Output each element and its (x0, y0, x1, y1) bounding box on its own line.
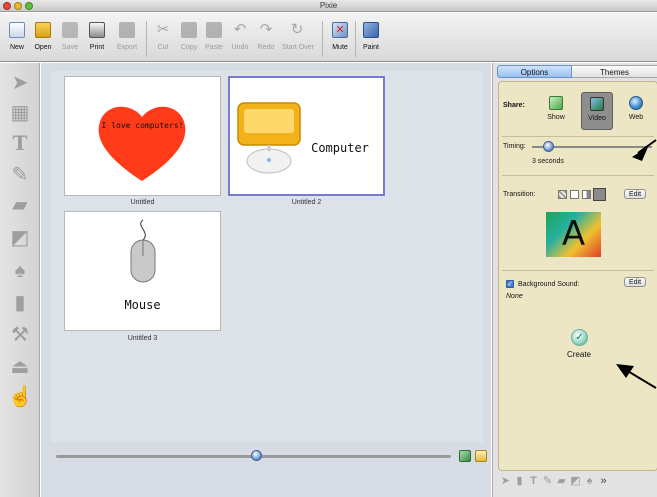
slide-thumbnail[interactable]: I love computers! (64, 76, 221, 196)
scissors-icon: ✂ (156, 21, 170, 38)
paint-bucket-icon[interactable]: ♠ (8, 259, 32, 283)
transition-label: Transition: (503, 191, 536, 198)
pencil-tool-icon[interactable]: ✎ (8, 163, 32, 187)
more-tools-icon[interactable]: » (598, 475, 609, 488)
share-web-button[interactable]: Web (620, 92, 652, 130)
slide-text: Mouse (124, 298, 161, 312)
arrow-tool-icon[interactable]: ➤ (8, 71, 32, 95)
export-icon (119, 22, 135, 38)
divider (502, 270, 654, 271)
zoom-bar (41, 442, 491, 472)
annotation-arrow (632, 139, 657, 161)
text-tool-icon[interactable]: T (8, 131, 32, 155)
slide-thumbnail[interactable]: Mouse (64, 211, 221, 331)
share-show-button[interactable]: Show (540, 92, 572, 130)
panel-tabs: Options Themes (497, 65, 657, 78)
open-button[interactable]: Open (28, 16, 58, 60)
slide-text: Computer (311, 141, 369, 155)
hand-tool-icon[interactable]: ☝ (8, 385, 33, 409)
mini-eraser-tool-icon[interactable]: ▰ (556, 475, 567, 488)
timing-label: Timing: (503, 143, 526, 150)
paint-button[interactable]: Paint (356, 16, 386, 60)
copy-icon (181, 22, 197, 38)
annotation-arrow (616, 364, 657, 389)
tool-palette: ➤ ▦ T ✎ ▰ ◩ ♠ ▮ ⚒ ⏏ ☝ (0, 63, 40, 497)
toolbar: New Open Save Print Export ✂ Cut Copy Pa… (0, 13, 657, 62)
timing-slider-knob[interactable] (543, 141, 554, 152)
computer-drawing (237, 102, 301, 174)
save-button[interactable]: Save (55, 16, 85, 60)
start-over-icon: ↻ (290, 21, 304, 38)
mini-bucket-tool-icon[interactable]: ♠ (584, 475, 595, 488)
mouse-drawing (130, 219, 156, 283)
mini-text-tool-icon[interactable]: T (528, 475, 539, 488)
transition-edit-button[interactable]: Edit (624, 189, 646, 199)
paste-icon (206, 22, 222, 38)
export-button[interactable]: Export (112, 16, 142, 60)
mini-selection-tool-icon[interactable]: ▮ (514, 475, 525, 488)
timing-value: 3 seconds (532, 158, 564, 165)
share-video-button[interactable]: Video (581, 92, 613, 130)
folder-icon[interactable] (475, 450, 487, 462)
slide-caption: Untitled 2 (291, 199, 322, 206)
print-button[interactable]: Print (82, 16, 112, 60)
printer-icon (89, 22, 105, 38)
mini-pencil-tool-icon[interactable]: ✎ (542, 475, 553, 488)
background-sound-checkbox[interactable]: ✓ (506, 280, 514, 288)
web-icon (629, 96, 643, 110)
background-sound-label: Background Sound: (518, 281, 580, 288)
paint-icon (363, 22, 379, 38)
title-bar: Pixie (0, 0, 657, 12)
window-title: Pixie (319, 1, 338, 10)
open-folder-icon (35, 22, 51, 38)
undo-icon: ↶ (233, 21, 247, 38)
divider (502, 175, 654, 176)
save-disk-icon (62, 22, 78, 38)
tab-options[interactable]: Options (497, 65, 572, 78)
slide-thumbnail-selected[interactable]: Computer (228, 76, 385, 196)
video-icon (590, 97, 604, 111)
toolbar-separator (146, 21, 147, 57)
slide-caption: Untitled 3 (127, 335, 158, 342)
transition-box-icon[interactable] (570, 190, 579, 199)
slide-canvas: I love computers! Untitled Computer Unti… (41, 63, 491, 497)
mini-fill-tool-icon[interactable]: ◩ (570, 475, 581, 488)
transition-wipe-icon[interactable] (582, 190, 591, 199)
fill-tool-icon[interactable]: ◩ (8, 226, 32, 250)
brush-tool-icon[interactable]: ⚒ (8, 323, 32, 347)
redo-button[interactable]: ↷ Redo (251, 16, 281, 60)
heart-drawing (98, 106, 186, 181)
slide-text: I love computers! (101, 121, 184, 130)
stamp-tool-icon[interactable]: ⏏ (8, 355, 32, 379)
show-icon (549, 96, 563, 110)
eraser-tool-icon[interactable]: ▰ (8, 193, 32, 217)
transition-preview: A (546, 212, 601, 257)
mute-icon: ✕ (332, 22, 348, 38)
start-over-button[interactable]: ↻ Start Over (282, 16, 314, 60)
background-sound-value: None (506, 293, 523, 300)
share-label: Share: (503, 102, 525, 109)
transition-dissolve-icon[interactable] (558, 190, 567, 199)
mini-arrow-tool-icon[interactable]: ➤ (500, 475, 511, 488)
slide-sorter: I love computers! Untitled Computer Unti… (51, 71, 483, 461)
mini-tool-bar: ➤ ▮ T ✎ ▰ ◩ ♠ » (498, 471, 657, 493)
mute-button[interactable]: ✕ Mute (325, 16, 355, 60)
transition-selected-icon[interactable] (593, 188, 606, 201)
zoom-slider-knob[interactable] (251, 450, 262, 461)
toolbar-separator (322, 21, 323, 57)
add-slide-icon[interactable] (459, 450, 471, 462)
transition-preview-letter: A (561, 214, 586, 254)
tab-themes[interactable]: Themes (572, 65, 657, 78)
new-document-icon (9, 22, 25, 38)
background-sound-edit-button[interactable]: Edit (624, 277, 646, 287)
create-checkmark-icon[interactable]: ✓ (571, 329, 588, 346)
spray-tool-icon[interactable]: ▮ (8, 291, 32, 315)
slide-caption: Untitled (130, 199, 155, 206)
options-panel: Options Themes Share: Show Video Web Tim… (492, 63, 657, 497)
redo-icon: ↷ (259, 21, 273, 38)
selection-tool-icon[interactable]: ▦ (8, 101, 32, 125)
